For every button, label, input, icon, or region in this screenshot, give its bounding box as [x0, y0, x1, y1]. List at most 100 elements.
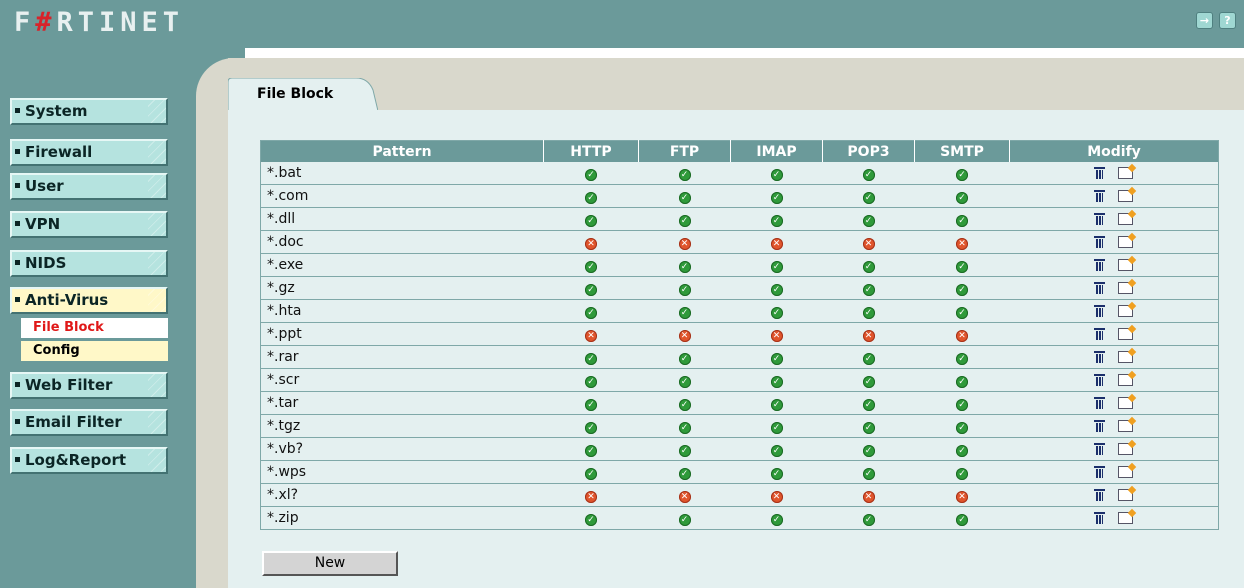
- check-circle-icon[interactable]: ✓: [678, 168, 691, 181]
- trash-icon[interactable]: [1094, 282, 1106, 294]
- cross-circle-icon[interactable]: ✕: [678, 490, 691, 503]
- check-circle-icon[interactable]: ✓: [956, 306, 968, 319]
- trash-icon[interactable]: [1094, 236, 1106, 248]
- nav-vpn[interactable]: VPN: [10, 211, 168, 238]
- check-circle-icon[interactable]: ✓: [862, 306, 875, 319]
- logout-icon[interactable]: →: [1196, 12, 1213, 29]
- cross-circle-icon[interactable]: ✕: [585, 490, 597, 503]
- edit-icon[interactable]: [1118, 512, 1134, 524]
- edit-icon[interactable]: [1118, 259, 1134, 271]
- edit-icon[interactable]: [1118, 213, 1134, 225]
- cross-circle-icon[interactable]: ✕: [956, 490, 968, 503]
- subnav-file-block[interactable]: File Block: [21, 318, 168, 339]
- edit-icon[interactable]: [1118, 443, 1134, 455]
- check-circle-icon[interactable]: ✓: [956, 283, 968, 296]
- trash-icon[interactable]: [1094, 190, 1106, 202]
- cross-circle-icon[interactable]: ✕: [862, 329, 875, 342]
- check-circle-icon[interactable]: ✓: [770, 444, 783, 457]
- check-circle-icon[interactable]: ✓: [585, 467, 597, 480]
- cross-circle-icon[interactable]: ✕: [770, 329, 783, 342]
- check-circle-icon[interactable]: ✓: [862, 191, 875, 204]
- check-circle-icon[interactable]: ✓: [770, 191, 783, 204]
- check-circle-icon[interactable]: ✓: [678, 260, 691, 273]
- cross-circle-icon[interactable]: ✕: [862, 490, 875, 503]
- trash-icon[interactable]: [1094, 443, 1106, 455]
- check-circle-icon[interactable]: ✓: [770, 421, 783, 434]
- trash-icon[interactable]: [1094, 305, 1106, 317]
- check-circle-icon[interactable]: ✓: [678, 191, 691, 204]
- trash-icon[interactable]: [1094, 466, 1106, 478]
- check-circle-icon[interactable]: ✓: [956, 444, 968, 457]
- edit-icon[interactable]: [1118, 282, 1134, 294]
- check-circle-icon[interactable]: ✓: [862, 352, 875, 365]
- trash-icon[interactable]: [1094, 328, 1106, 340]
- check-circle-icon[interactable]: ✓: [585, 283, 597, 296]
- check-circle-icon[interactable]: ✓: [770, 260, 783, 273]
- trash-icon[interactable]: [1094, 167, 1106, 179]
- nav-email-filter[interactable]: Email Filter: [10, 409, 168, 436]
- check-circle-icon[interactable]: ✓: [770, 306, 783, 319]
- check-circle-icon[interactable]: ✓: [585, 375, 597, 388]
- trash-icon[interactable]: [1094, 489, 1106, 501]
- check-circle-icon[interactable]: ✓: [770, 352, 783, 365]
- check-circle-icon[interactable]: ✓: [678, 283, 691, 296]
- nav-log-report[interactable]: Log&Report: [10, 447, 168, 474]
- check-circle-icon[interactable]: ✓: [585, 214, 597, 227]
- edit-icon[interactable]: [1118, 397, 1134, 409]
- cross-circle-icon[interactable]: ✕: [770, 490, 783, 503]
- trash-icon[interactable]: [1094, 259, 1106, 271]
- help-icon[interactable]: ?: [1219, 12, 1236, 29]
- nav-user[interactable]: User: [10, 173, 168, 200]
- check-circle-icon[interactable]: ✓: [956, 375, 968, 388]
- check-circle-icon[interactable]: ✓: [585, 513, 597, 526]
- check-circle-icon[interactable]: ✓: [862, 375, 875, 388]
- check-circle-icon[interactable]: ✓: [585, 444, 597, 457]
- check-circle-icon[interactable]: ✓: [770, 375, 783, 388]
- check-circle-icon[interactable]: ✓: [956, 168, 968, 181]
- check-circle-icon[interactable]: ✓: [956, 214, 968, 227]
- check-circle-icon[interactable]: ✓: [956, 398, 968, 411]
- check-circle-icon[interactable]: ✓: [678, 467, 691, 480]
- cross-circle-icon[interactable]: ✕: [585, 237, 597, 250]
- trash-icon[interactable]: [1094, 420, 1106, 432]
- cross-circle-icon[interactable]: ✕: [678, 237, 691, 250]
- check-circle-icon[interactable]: ✓: [862, 283, 875, 296]
- check-circle-icon[interactable]: ✓: [956, 421, 968, 434]
- edit-icon[interactable]: [1118, 420, 1134, 432]
- trash-icon[interactable]: [1094, 512, 1106, 524]
- check-circle-icon[interactable]: ✓: [585, 398, 597, 411]
- tab-file-block[interactable]: File Block: [257, 86, 333, 102]
- edit-icon[interactable]: [1118, 236, 1134, 248]
- cross-circle-icon[interactable]: ✕: [956, 329, 968, 342]
- cross-circle-icon[interactable]: ✕: [770, 237, 783, 250]
- check-circle-icon[interactable]: ✓: [862, 260, 875, 273]
- check-circle-icon[interactable]: ✓: [956, 352, 968, 365]
- check-circle-icon[interactable]: ✓: [770, 398, 783, 411]
- check-circle-icon[interactable]: ✓: [862, 398, 875, 411]
- edit-icon[interactable]: [1118, 167, 1134, 179]
- nav-anti-virus[interactable]: Anti-Virus: [10, 287, 168, 314]
- check-circle-icon[interactable]: ✓: [678, 375, 691, 388]
- new-button[interactable]: New: [262, 551, 398, 576]
- edit-icon[interactable]: [1118, 190, 1134, 202]
- nav-web-filter[interactable]: Web Filter: [10, 372, 168, 399]
- check-circle-icon[interactable]: ✓: [770, 467, 783, 480]
- edit-icon[interactable]: [1118, 305, 1134, 317]
- check-circle-icon[interactable]: ✓: [956, 191, 968, 204]
- edit-icon[interactable]: [1118, 466, 1134, 478]
- edit-icon[interactable]: [1118, 351, 1134, 363]
- cross-circle-icon[interactable]: ✕: [585, 329, 597, 342]
- trash-icon[interactable]: [1094, 213, 1106, 225]
- check-circle-icon[interactable]: ✓: [678, 306, 691, 319]
- check-circle-icon[interactable]: ✓: [678, 352, 691, 365]
- edit-icon[interactable]: [1118, 489, 1134, 501]
- subnav-config[interactable]: Config: [21, 341, 168, 362]
- check-circle-icon[interactable]: ✓: [585, 306, 597, 319]
- check-circle-icon[interactable]: ✓: [585, 352, 597, 365]
- edit-icon[interactable]: [1118, 328, 1134, 340]
- check-circle-icon[interactable]: ✓: [862, 421, 875, 434]
- check-circle-icon[interactable]: ✓: [770, 168, 783, 181]
- check-circle-icon[interactable]: ✓: [862, 444, 875, 457]
- cross-circle-icon[interactable]: ✕: [678, 329, 691, 342]
- check-circle-icon[interactable]: ✓: [770, 513, 783, 526]
